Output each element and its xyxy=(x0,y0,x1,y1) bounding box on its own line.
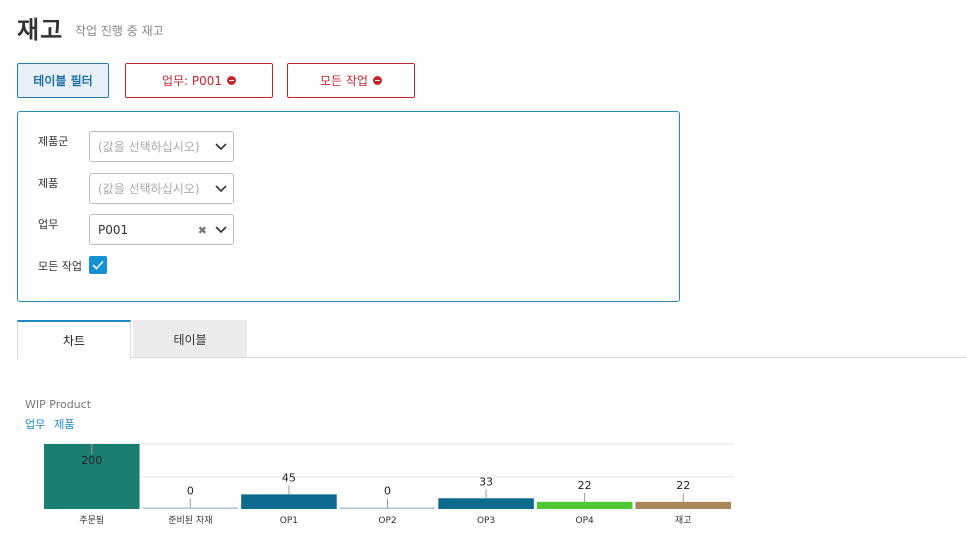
chart-category-label: 준비된 자재 xyxy=(168,514,212,526)
chart-category-label: OP2 xyxy=(378,516,396,526)
product-label: 제품 xyxy=(38,177,59,190)
chart-category-label: 재고 xyxy=(675,515,692,526)
table-filter-button[interactable]: 테이블 필터 xyxy=(17,63,109,98)
tab-divider xyxy=(17,357,967,358)
chart-data-label: 0 xyxy=(187,485,194,498)
page-title: 재고 xyxy=(17,16,64,44)
filter-chip-label: 모든 작업 xyxy=(320,74,368,88)
product-select[interactable]: (값을 선택하십시오) xyxy=(89,173,234,204)
task-label: 업무 xyxy=(38,218,59,231)
chart-category-label: 주문됨 xyxy=(79,514,104,526)
product-group-placeholder: (값을 선택하십시오) xyxy=(98,140,200,154)
chart-bar[interactable] xyxy=(142,507,239,510)
chart-data-label: 22 xyxy=(676,479,690,492)
filter-chip-all-tasks[interactable]: 모든 작업 xyxy=(287,63,415,98)
chart-data-label: 33 xyxy=(479,475,493,488)
remove-circle-icon[interactable] xyxy=(372,76,382,85)
chart-bar[interactable] xyxy=(339,507,436,510)
task-select[interactable]: P001 ✖ xyxy=(89,214,234,245)
product-group-label: 제품군 xyxy=(38,135,69,148)
all-tasks-checkbox[interactable] xyxy=(89,256,107,274)
clear-icon[interactable]: ✖ xyxy=(198,224,207,237)
chart-bar[interactable] xyxy=(241,494,337,509)
tab-table[interactable]: 테이블 xyxy=(133,320,247,358)
chevron-down-icon xyxy=(215,143,227,151)
chart-bar[interactable] xyxy=(438,498,534,509)
all-tasks-label: 모든 작업 xyxy=(38,260,82,273)
filter-chip-label: 업무: P001 xyxy=(161,74,223,88)
wip-bar-chart: 200 주문됨 0 준비된 자재 45 OP1 0 OP2 33 OP3 22 OP4 22 재고 xyxy=(44,443,734,526)
chart-category-label: OP3 xyxy=(477,516,495,526)
product-group-select[interactable]: (값을 선택하십시오) xyxy=(89,131,234,162)
chevron-down-icon xyxy=(215,226,227,234)
chart-data-label: 200 xyxy=(81,454,102,467)
chart-category-label: OP1 xyxy=(280,516,298,526)
product-placeholder: (값을 선택하십시오) xyxy=(98,182,200,196)
chart-bar[interactable] xyxy=(635,501,731,509)
filter-chip-task[interactable]: 업무: P001 xyxy=(125,63,273,98)
chart-data-label: 0 xyxy=(384,485,391,498)
table-filter-label: 테이블 필터 xyxy=(33,74,93,88)
checkmark-icon xyxy=(92,260,104,270)
remove-circle-icon[interactable] xyxy=(227,76,237,85)
filter-panel: 제품군 (값을 선택하십시오) 제품 (값을 선택하십시오) 업무 P001 ✖… xyxy=(17,111,680,302)
task-value: P001 xyxy=(98,222,129,237)
chart-data-label: 45 xyxy=(282,471,296,484)
chart-category-label: OP4 xyxy=(576,516,595,526)
chevron-down-icon xyxy=(215,185,227,193)
chart-data-label: 22 xyxy=(578,479,592,492)
page-subtitle: 작업 진행 중 재고 xyxy=(75,24,164,38)
chart-title: WIP Product xyxy=(25,398,92,411)
chart-bar[interactable] xyxy=(536,501,633,509)
tab-chart[interactable]: 차트 xyxy=(17,320,131,359)
